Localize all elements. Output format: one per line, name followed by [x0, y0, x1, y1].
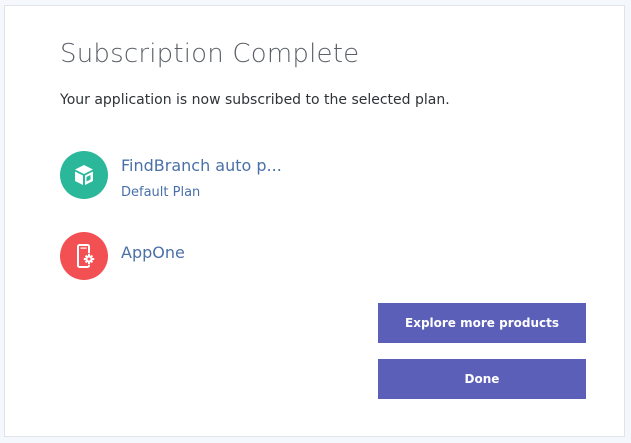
application-name[interactable]: AppOne [121, 243, 185, 262]
mobile-app-gear-icon [60, 232, 108, 280]
done-button[interactable]: Done [378, 359, 586, 399]
application-item: AppOne [60, 232, 360, 280]
product-item: FindBranch auto p... Default Plan [60, 151, 360, 200]
dialog-title: Subscription Complete [60, 39, 360, 69]
product-plan[interactable]: Default Plan [121, 185, 200, 200]
dialog-message: Your application is now subscribed to th… [60, 92, 450, 108]
explore-more-products-button[interactable]: Explore more products [378, 303, 586, 343]
subscription-dialog: Subscription Complete Your application i… [4, 5, 625, 437]
product-name[interactable]: FindBranch auto p... [121, 156, 282, 175]
package-icon [60, 151, 108, 199]
